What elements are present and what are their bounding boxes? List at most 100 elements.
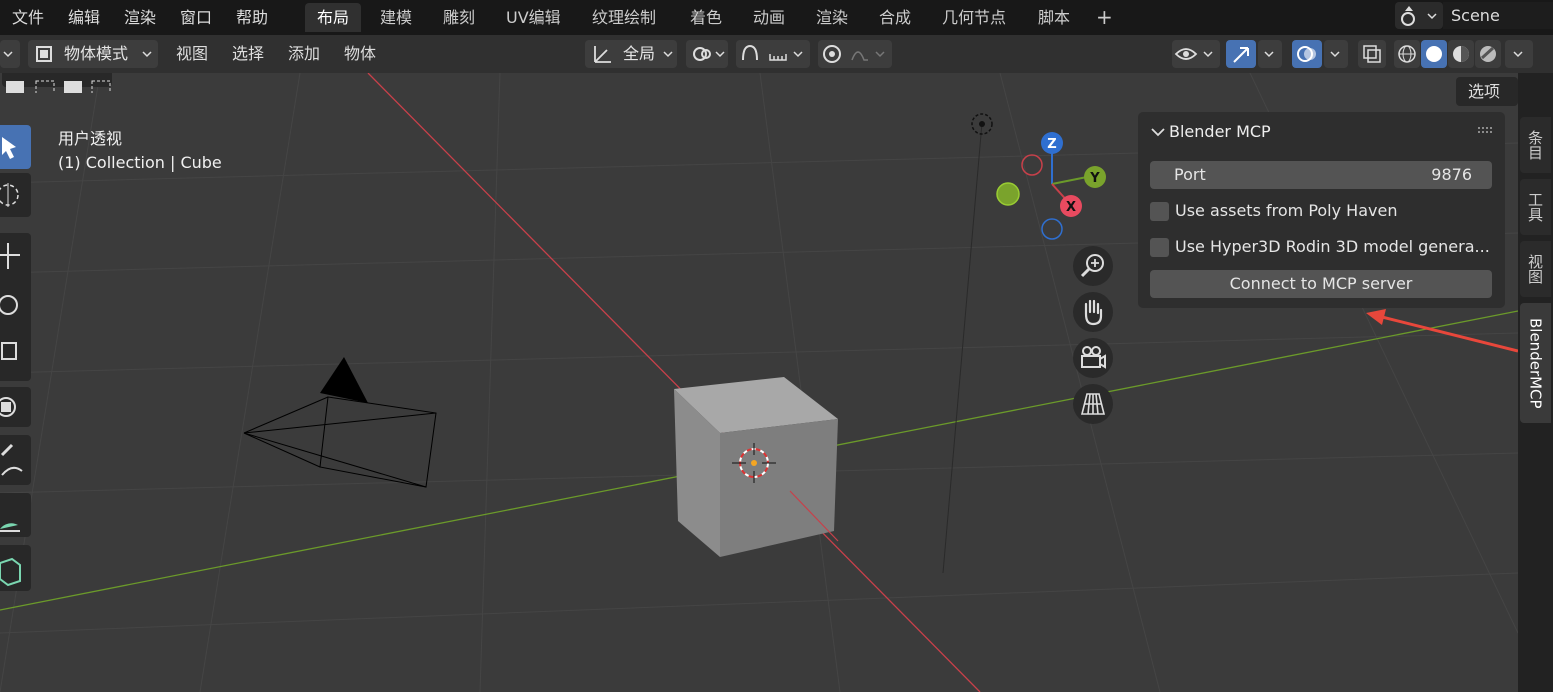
cube-object[interactable] bbox=[668, 371, 848, 571]
tool-transform-group[interactable] bbox=[0, 233, 31, 381]
snap-controls[interactable] bbox=[736, 40, 810, 68]
eye-icon bbox=[1174, 48, 1213, 60]
mode-label: 物体模式 bbox=[64, 44, 129, 63]
drag-handle-icon[interactable] bbox=[1477, 126, 1495, 136]
visibility-select[interactable] bbox=[1172, 40, 1220, 68]
solid-sphere-icon bbox=[1426, 46, 1442, 62]
pivot-icon bbox=[693, 47, 725, 61]
transform-icon bbox=[0, 397, 16, 417]
tab-item[interactable]: 条目 bbox=[1520, 117, 1551, 173]
tool-annotate[interactable] bbox=[0, 435, 31, 485]
chevron-down-icon bbox=[142, 51, 152, 58]
tool-add-cube[interactable] bbox=[0, 545, 31, 591]
overlay-icon bbox=[1297, 46, 1316, 62]
port-value: 9876 bbox=[1431, 165, 1472, 184]
sidebar-tabs: 条目 工具 视图 BlenderMCP bbox=[1518, 73, 1553, 692]
measure-icon bbox=[0, 523, 20, 532]
tab-scripting[interactable]: 脚本 bbox=[1026, 3, 1082, 32]
tool-measure[interactable] bbox=[0, 493, 31, 537]
editor-type-button[interactable] bbox=[0, 40, 20, 68]
scene-icon bbox=[1401, 6, 1437, 26]
tab-blendermcp[interactable]: BlenderMCP bbox=[1520, 303, 1551, 423]
grid-perspective-icon bbox=[1080, 393, 1106, 415]
shading-material[interactable] bbox=[1448, 40, 1474, 68]
shading-rendered[interactable] bbox=[1475, 40, 1501, 68]
gizmo-y-label: Y bbox=[1089, 171, 1100, 186]
menu-render[interactable]: 渲染 bbox=[124, 4, 156, 28]
tab-view[interactable]: 视图 bbox=[1520, 241, 1551, 297]
options-dropdown[interactable]: 选项 bbox=[1456, 77, 1518, 106]
chevron-down-icon bbox=[1513, 51, 1523, 58]
shading-dropdown[interactable] bbox=[1505, 40, 1533, 68]
shading-solid[interactable] bbox=[1421, 40, 1447, 68]
menu-select[interactable]: 选择 bbox=[232, 39, 264, 68]
transform-orientation-select[interactable]: 全局 bbox=[585, 40, 677, 68]
3d-viewport[interactable]: 用户透视 (1) Collection | Cube Z Y X Blender… bbox=[0, 73, 1518, 692]
zoom-button[interactable] bbox=[1073, 246, 1113, 286]
menu-add[interactable]: 添加 bbox=[288, 39, 320, 68]
proportional-editing[interactable] bbox=[818, 40, 892, 68]
menu-view[interactable]: 视图 bbox=[176, 39, 208, 68]
scene-selector[interactable] bbox=[1395, 2, 1443, 29]
collection-info: (1) Collection | Cube bbox=[58, 153, 222, 172]
orientation-label: 全局 bbox=[623, 44, 656, 63]
chevron-down-icon bbox=[663, 51, 673, 58]
menu-help[interactable]: 帮助 bbox=[236, 4, 268, 28]
gizmo-dropdown[interactable] bbox=[1258, 40, 1282, 68]
navigation-gizmo[interactable]: Z Y X bbox=[990, 128, 1120, 258]
menu-object[interactable]: 物体 bbox=[344, 39, 376, 68]
tab-layout[interactable]: 布局 bbox=[305, 3, 362, 32]
panel-title: Blender MCP bbox=[1169, 122, 1271, 141]
perspective-toggle-button[interactable] bbox=[1073, 384, 1113, 424]
poly-haven-checkbox[interactable] bbox=[1150, 202, 1169, 221]
add-workspace-button[interactable]: + bbox=[1084, 3, 1125, 32]
material-sphere-icon bbox=[1453, 46, 1469, 62]
cursor-arrow-icon bbox=[2, 137, 16, 159]
tab-tool[interactable]: 工具 bbox=[1520, 179, 1551, 235]
chevron-down-icon[interactable] bbox=[1150, 124, 1166, 140]
select-mode-icons bbox=[6, 80, 111, 93]
camera-icon bbox=[1081, 346, 1106, 369]
orientation-icon bbox=[594, 46, 611, 63]
camera-object[interactable] bbox=[240, 355, 460, 505]
hyper3d-checkbox[interactable] bbox=[1150, 238, 1169, 257]
tab-uv-editing[interactable]: UV编辑 bbox=[494, 3, 573, 32]
connect-mcp-button[interactable]: Connect to MCP server bbox=[1150, 270, 1492, 298]
top-bar: 文件 编辑 渲染 窗口 帮助 布局 建模 雕刻 UV编辑 纹理绘制 着色 动画 … bbox=[0, 0, 1553, 35]
tool-select-box[interactable] bbox=[0, 125, 31, 169]
tab-geometry-nodes[interactable]: 几何节点 bbox=[930, 3, 1018, 32]
pivot-point-select[interactable] bbox=[686, 40, 728, 68]
menu-file[interactable]: 文件 bbox=[12, 4, 44, 28]
options-label: 选项 bbox=[1468, 82, 1501, 101]
menu-edit[interactable]: 编辑 bbox=[68, 4, 100, 28]
poly-haven-label: Use assets from Poly Haven bbox=[1175, 201, 1398, 220]
gizmo-toggle[interactable] bbox=[1226, 40, 1256, 68]
overlay-toggle[interactable] bbox=[1292, 40, 1322, 68]
select-mode-bar[interactable] bbox=[2, 73, 112, 93]
gizmo-x-label: X bbox=[1066, 200, 1076, 215]
crosshair-icon bbox=[0, 183, 19, 207]
tab-texture-paint[interactable]: 纹理绘制 bbox=[580, 3, 668, 32]
menu-window[interactable]: 窗口 bbox=[180, 4, 212, 28]
tab-shading[interactable]: 着色 bbox=[678, 3, 734, 32]
pan-button[interactable] bbox=[1073, 292, 1113, 332]
annotation-arrow bbox=[1366, 309, 1518, 353]
tool-cursor[interactable] bbox=[0, 173, 31, 217]
overlay-dropdown[interactable] bbox=[1324, 40, 1348, 68]
tab-modeling[interactable]: 建模 bbox=[368, 3, 424, 32]
tab-rendering[interactable]: 渲染 bbox=[804, 3, 860, 32]
tab-compositing[interactable]: 合成 bbox=[867, 3, 923, 32]
xray-toggle[interactable] bbox=[1358, 40, 1386, 68]
shading-wireframe[interactable] bbox=[1394, 40, 1420, 68]
hyper3d-label: Use Hyper3D Rodin 3D model genera... bbox=[1175, 237, 1490, 256]
chevron-down-icon bbox=[1264, 51, 1274, 58]
camera-view-button[interactable] bbox=[1073, 338, 1113, 378]
scene-name[interactable]: Scene bbox=[1443, 2, 1553, 29]
port-field[interactable]: Port 9876 bbox=[1150, 161, 1492, 189]
pencil-icon bbox=[0, 443, 23, 476]
tab-animation[interactable]: 动画 bbox=[741, 3, 797, 32]
tab-sculpting[interactable]: 雕刻 bbox=[431, 3, 487, 32]
mode-select[interactable]: 物体模式 bbox=[28, 40, 158, 68]
rendered-sphere-icon bbox=[1480, 46, 1496, 62]
tool-transform[interactable] bbox=[0, 387, 31, 427]
